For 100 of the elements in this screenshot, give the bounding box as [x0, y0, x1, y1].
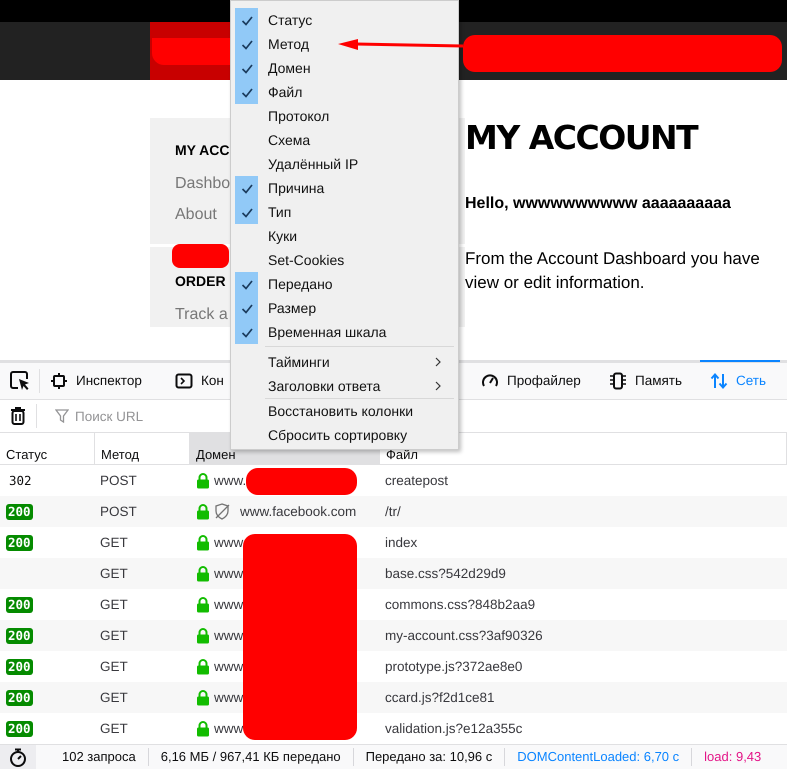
sidebar-link[interactable]: Track a [175, 306, 228, 324]
menu-item[interactable]: Размер [268, 300, 316, 316]
method-cell-text: GET [99, 566, 129, 581]
status-badge: 200 [6, 596, 33, 612]
check-icon [240, 62, 252, 74]
method-cell-text: POST [99, 504, 138, 519]
devtools-tab[interactable]: Инспектор [40, 360, 146, 399]
check-icon [240, 302, 252, 314]
greeting-text: Hello, wwwwwwwwww aaaaaaaaaa [465, 195, 732, 213]
status-summary: 102 запроса [50, 748, 149, 766]
column-header[interactable]: Файл [386, 447, 418, 462]
menu-item[interactable]: Протокол [268, 108, 330, 124]
sidebar-heading: MY ACC [175, 142, 230, 158]
menu-item[interactable]: Временная шкала [268, 324, 386, 340]
method-cell-text: GET [99, 721, 129, 736]
lock-icon [196, 534, 210, 550]
lock-icon [196, 628, 210, 644]
domain-cell: www [214, 690, 244, 705]
devtools-tab[interactable]: Память [599, 360, 686, 399]
lock-icon [196, 690, 210, 706]
redaction-mark [172, 244, 229, 268]
element-picker-button[interactable] [8, 369, 32, 393]
url-filter-field[interactable]: Поиск URL [75, 408, 205, 424]
checkbox[interactable] [235, 176, 258, 200]
menu-item[interactable]: Метод [268, 36, 310, 52]
domain-cell: www [214, 628, 244, 643]
chevron-right-icon [435, 357, 442, 367]
tracker-shield-icon [214, 503, 230, 520]
status-summary: 6,16 МБ / 967,41 КБ передано [148, 748, 354, 766]
menu-item[interactable]: Схема [268, 132, 310, 148]
file-cell-text: ccard.js?f2d1ce81 [384, 690, 496, 705]
menu-item[interactable]: Сбросить сортировку [268, 427, 408, 443]
sidebar-link[interactable]: Dashbo [175, 175, 230, 193]
status-code: 302 [8, 473, 32, 488]
file-cell-text: prototype.js?372ae8e0 [384, 659, 524, 674]
picker-icon [10, 371, 30, 391]
domain-cell: www [214, 659, 244, 674]
domain-cell: www. [214, 473, 246, 488]
file-cell-text: my-account.css?3af90326 [384, 628, 544, 643]
checkbox[interactable] [235, 272, 258, 296]
column-header[interactable]: Метод [101, 447, 140, 462]
menu-item[interactable]: Тайминги [268, 354, 330, 370]
menu-item[interactable]: Файл [268, 84, 302, 100]
checkbox[interactable] [235, 80, 258, 104]
trash-icon [9, 406, 27, 426]
status-badge: 200 [6, 658, 33, 674]
file-cell-text: validation.js?e12a355c [384, 721, 524, 736]
menu-item[interactable]: Передано [268, 276, 333, 292]
column-header[interactable]: Домен [196, 447, 236, 462]
method-cell-text: GET [99, 535, 129, 550]
domain-cell: www [214, 597, 244, 612]
check-icon [240, 206, 252, 218]
page-heading: MY ACCOUNT [465, 118, 699, 158]
file-cell-text: /tr/ [384, 504, 402, 519]
console-icon [175, 372, 193, 390]
check-icon [240, 278, 252, 290]
checkbox[interactable] [235, 320, 258, 344]
lock-icon [196, 720, 210, 736]
menu-item[interactable]: Заголовки ответа [268, 378, 380, 394]
clear-button[interactable] [9, 406, 27, 426]
status-badge: 200 [6, 628, 33, 644]
method-cell-text: GET [99, 690, 129, 705]
file-cell-text: commons.css?848b2aa9 [384, 597, 536, 612]
menu-item[interactable]: Причина [268, 180, 324, 196]
file-cell-text: index [384, 535, 418, 550]
menu-item[interactable]: Восстановить колонки [268, 403, 414, 419]
menu-item[interactable]: Тип [268, 204, 292, 220]
devtools-tab[interactable]: Профайлер [471, 360, 585, 399]
column-header[interactable]: Статус [6, 447, 48, 462]
file-cell-text: createpost [384, 473, 450, 488]
gauge-icon [481, 372, 499, 390]
method-cell-text: POST [99, 473, 138, 488]
status-summary: Передано за: 10,96 с [354, 748, 506, 766]
status-summary: DOMContentLoaded: 6,70 с [505, 748, 692, 766]
check-icon [240, 14, 252, 26]
status-badge: 200 [6, 690, 33, 706]
menu-item[interactable]: Домен [268, 60, 311, 76]
check-icon [240, 86, 252, 98]
devtools-tab[interactable]: Кон [165, 360, 228, 399]
menu-item[interactable]: Куки [268, 228, 298, 244]
method-cell-text: GET [99, 597, 129, 612]
check-icon [240, 38, 252, 50]
memory-chip-icon [609, 372, 627, 390]
menu-item[interactable]: Удалённый IP [268, 156, 358, 172]
lock-icon [196, 472, 210, 488]
sidebar-link[interactable]: About [175, 206, 217, 224]
status-badge: 200 [6, 504, 33, 520]
menu-item[interactable]: Статус [268, 12, 312, 28]
stopwatch-icon [8, 747, 28, 767]
method-cell-text: GET [99, 628, 129, 643]
domain-cell: www [214, 721, 244, 736]
intro-paragraph: From the Account Dashboard you have view or edit information. [465, 248, 761, 294]
checkbox[interactable] [235, 8, 258, 32]
domain-cell: www [214, 535, 244, 550]
status-badge: 200 [6, 720, 33, 736]
chevron-right-icon [435, 381, 442, 391]
menu-item[interactable]: Set-Cookies [268, 252, 344, 268]
checkbox[interactable] [235, 200, 258, 224]
status-badge: 200 [6, 534, 33, 550]
lock-icon [196, 658, 210, 674]
